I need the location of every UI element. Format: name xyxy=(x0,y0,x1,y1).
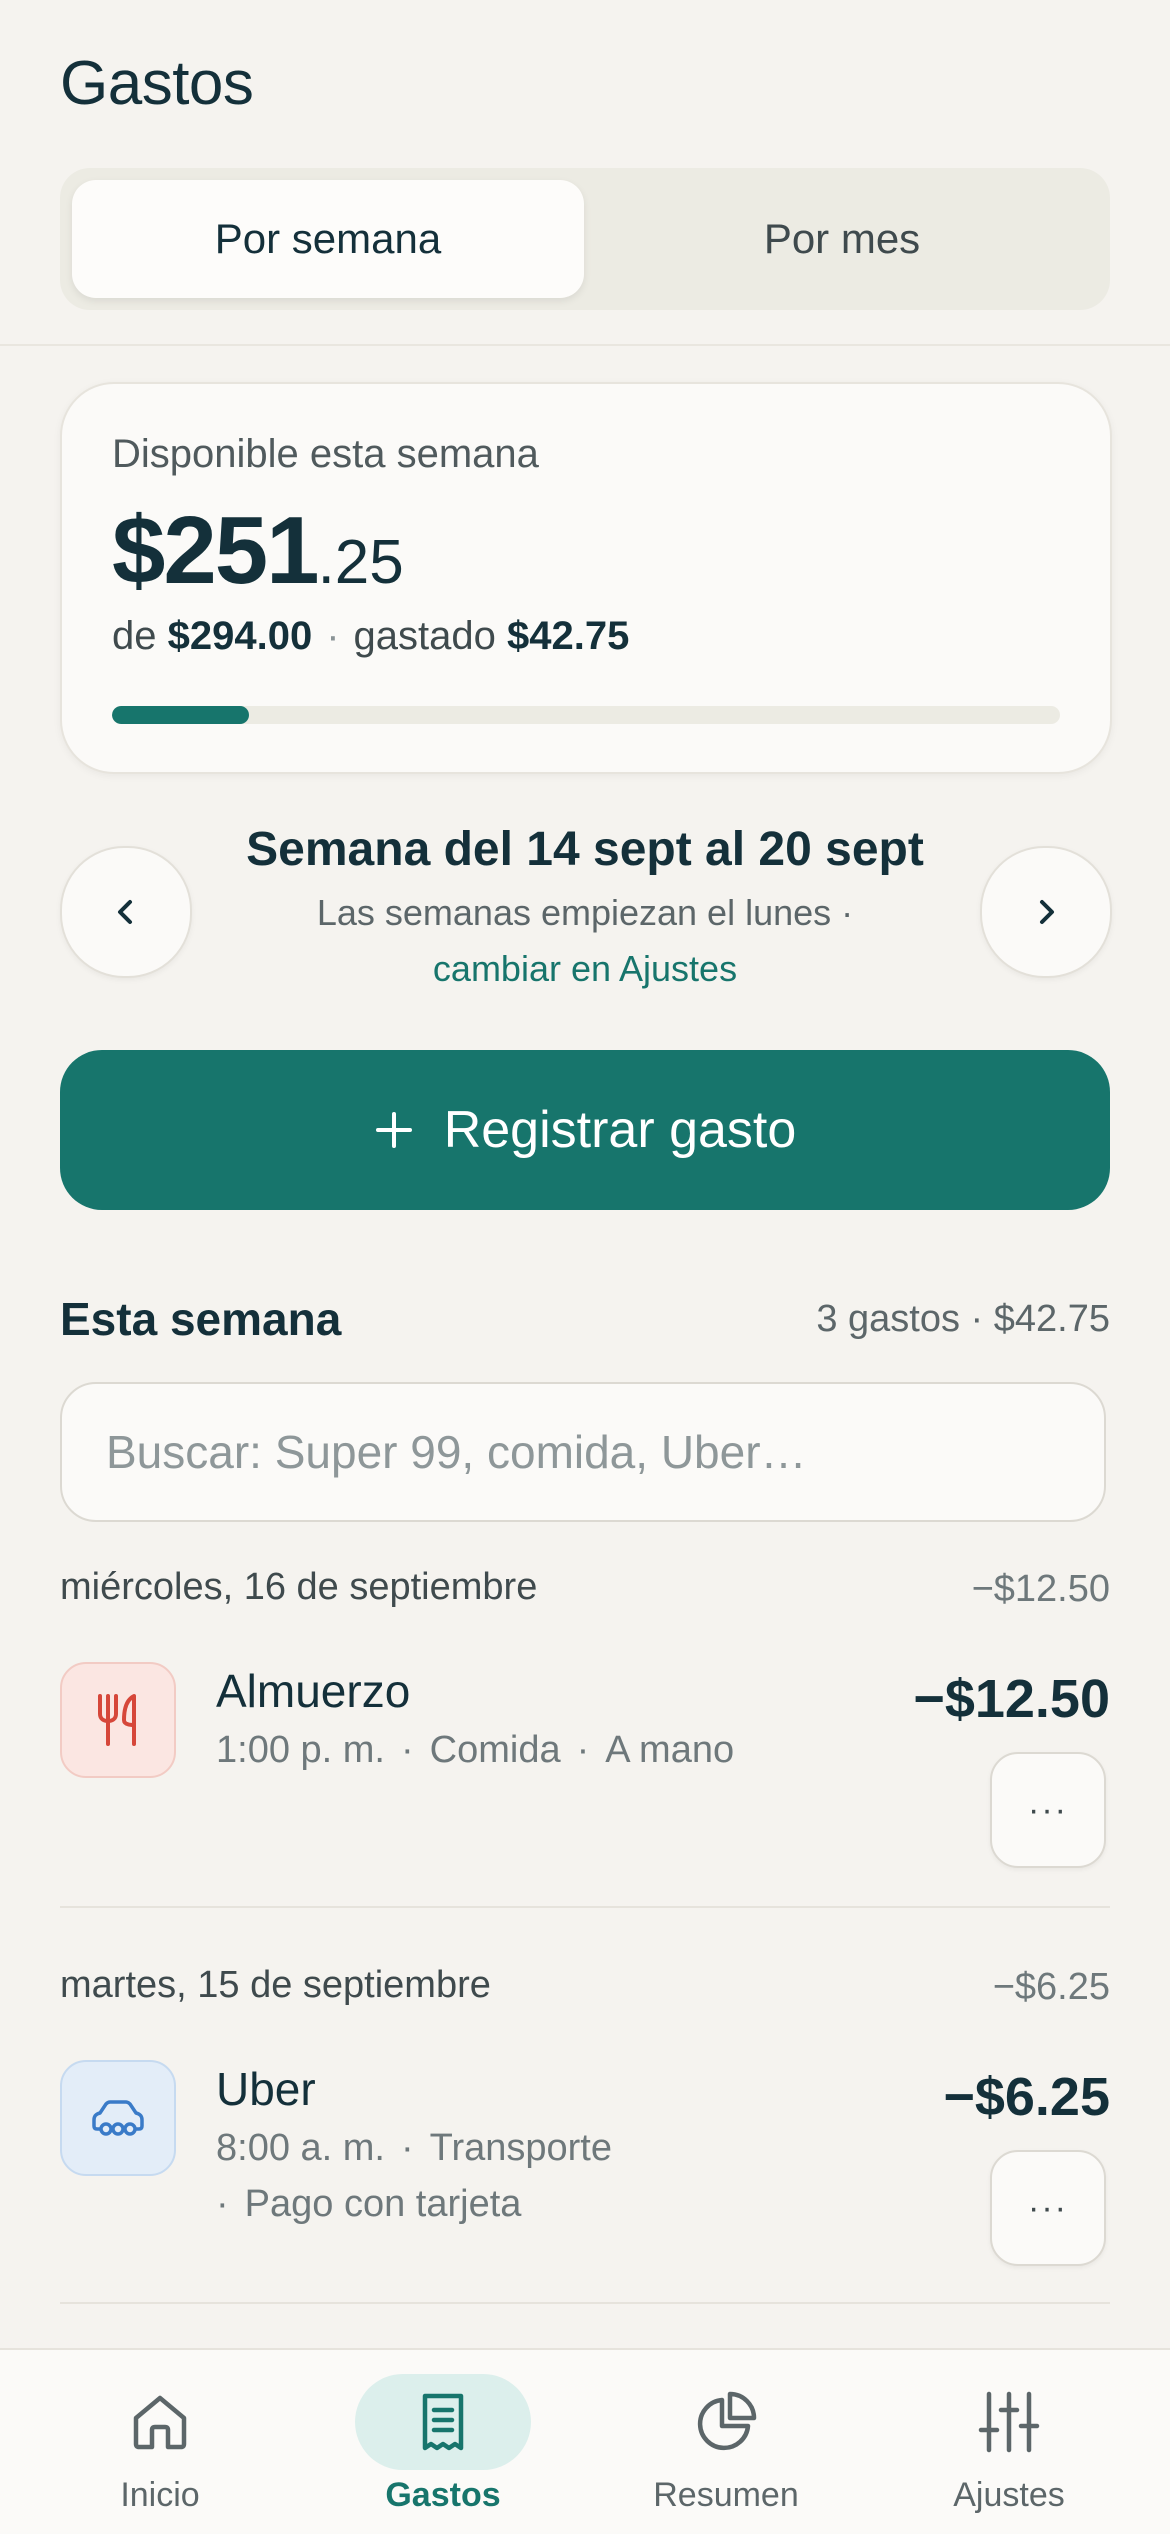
expense-meta-line-2: · Pago con tarjeta xyxy=(216,2183,522,2225)
expense-time: 8:00 a. m. xyxy=(216,2127,385,2169)
expense-category-icon xyxy=(60,1662,176,1778)
day-header-total: −$6.25 xyxy=(992,1966,1110,2008)
expense-name: Almuerzo xyxy=(216,1665,411,1717)
section-title: Esta semana xyxy=(60,1293,342,1345)
divider xyxy=(60,1906,1110,1908)
tab-resumen[interactable]: Resumen xyxy=(580,2350,872,2534)
budget-progress-bar xyxy=(112,706,1060,724)
day-header-label: martes, 15 de septiembre xyxy=(60,1964,491,2006)
register-expense-button[interactable]: Registrar gasto xyxy=(60,1050,1110,1210)
expense-amount: −$12.50 xyxy=(913,1669,1110,1729)
divider xyxy=(60,2302,1110,2304)
tab-label: Gastos xyxy=(385,2476,501,2514)
expense-amount: −$6.25 xyxy=(943,2067,1110,2127)
available-amount-main: $251 xyxy=(112,497,320,604)
expense-category-icon xyxy=(60,2060,176,2176)
expense-more-button[interactable]: ··· xyxy=(990,2150,1106,2266)
day-header-label: miércoles, 16 de septiembre xyxy=(60,1566,538,1608)
plus-icon xyxy=(374,1110,414,1150)
tab-ajustes[interactable]: Ajustes xyxy=(863,2350,1155,2534)
home-icon xyxy=(133,2395,187,2450)
segment-month[interactable]: Por mes xyxy=(586,180,1098,298)
available-label: Disponible esta semana xyxy=(112,432,539,476)
tab-label: Ajustes xyxy=(953,2476,1065,2514)
budget-summary: de $294.00 · gastado $42.75 xyxy=(112,614,629,659)
available-amount: $251.25 xyxy=(112,496,404,606)
spent-total: $42.75 xyxy=(507,614,630,658)
budget-total: $294.00 xyxy=(167,614,313,658)
fork-knife-icon xyxy=(98,1694,136,1746)
expense-category: Transporte xyxy=(429,2127,612,2169)
expense-category: Comida xyxy=(429,1729,561,1771)
tab-label: Resumen xyxy=(653,2476,799,2514)
search-box xyxy=(60,1382,1106,1522)
budget-progress-fill xyxy=(112,706,250,724)
tab-inicio[interactable]: Inicio xyxy=(14,2350,306,2534)
page-title: Gastos xyxy=(60,49,254,118)
expense-method: Pago con tarjeta xyxy=(244,2183,522,2225)
expense-meta: 1:00 p. m. · Comida · A mano xyxy=(216,1729,735,1771)
chevron-right-icon xyxy=(1040,900,1054,924)
expense-meta: 8:00 a. m. · Transporte xyxy=(216,2127,612,2169)
header: Gastos Por semana Por mes xyxy=(0,0,1170,346)
available-summary-card: Disponible esta semana $251.25 de $294.0… xyxy=(60,382,1112,774)
summary-separator: · xyxy=(326,614,340,658)
period-segmented-control: Por semana Por mes xyxy=(60,168,1110,310)
segment-week[interactable]: Por semana xyxy=(72,180,584,298)
more-dots-icon: ··· xyxy=(1028,2188,1068,2227)
tab-label: Inicio xyxy=(120,2476,200,2514)
search-input[interactable] xyxy=(106,1384,1066,1520)
section-summary: 3 gastos · $42.75 xyxy=(816,1298,1110,1340)
expense-name: Uber xyxy=(216,2063,316,2115)
spent-prefix: gastado xyxy=(353,614,496,658)
sliders-icon xyxy=(978,2391,1040,2453)
expense-time: 1:00 p. m. xyxy=(216,1729,385,1771)
bottom-tab-bar: Inicio Gastos Resumen Ajustes xyxy=(0,2348,1170,2534)
tab-gastos[interactable]: Gastos xyxy=(297,2350,589,2534)
available-amount-cents: .25 xyxy=(317,528,404,597)
day-header-total: −$12.50 xyxy=(971,1568,1110,1610)
register-expense-label: Registrar gasto xyxy=(443,1101,797,1159)
expense-more-button[interactable]: ··· xyxy=(990,1752,1106,1868)
receipt-icon xyxy=(422,2393,464,2451)
more-dots-icon: ··· xyxy=(1028,1790,1068,1829)
pie-chart-icon xyxy=(697,2391,757,2451)
budget-prefix: de xyxy=(112,614,157,658)
car-icon xyxy=(92,2100,144,2136)
expense-method: A mano xyxy=(605,1729,735,1771)
next-week-button[interactable] xyxy=(980,846,1112,978)
